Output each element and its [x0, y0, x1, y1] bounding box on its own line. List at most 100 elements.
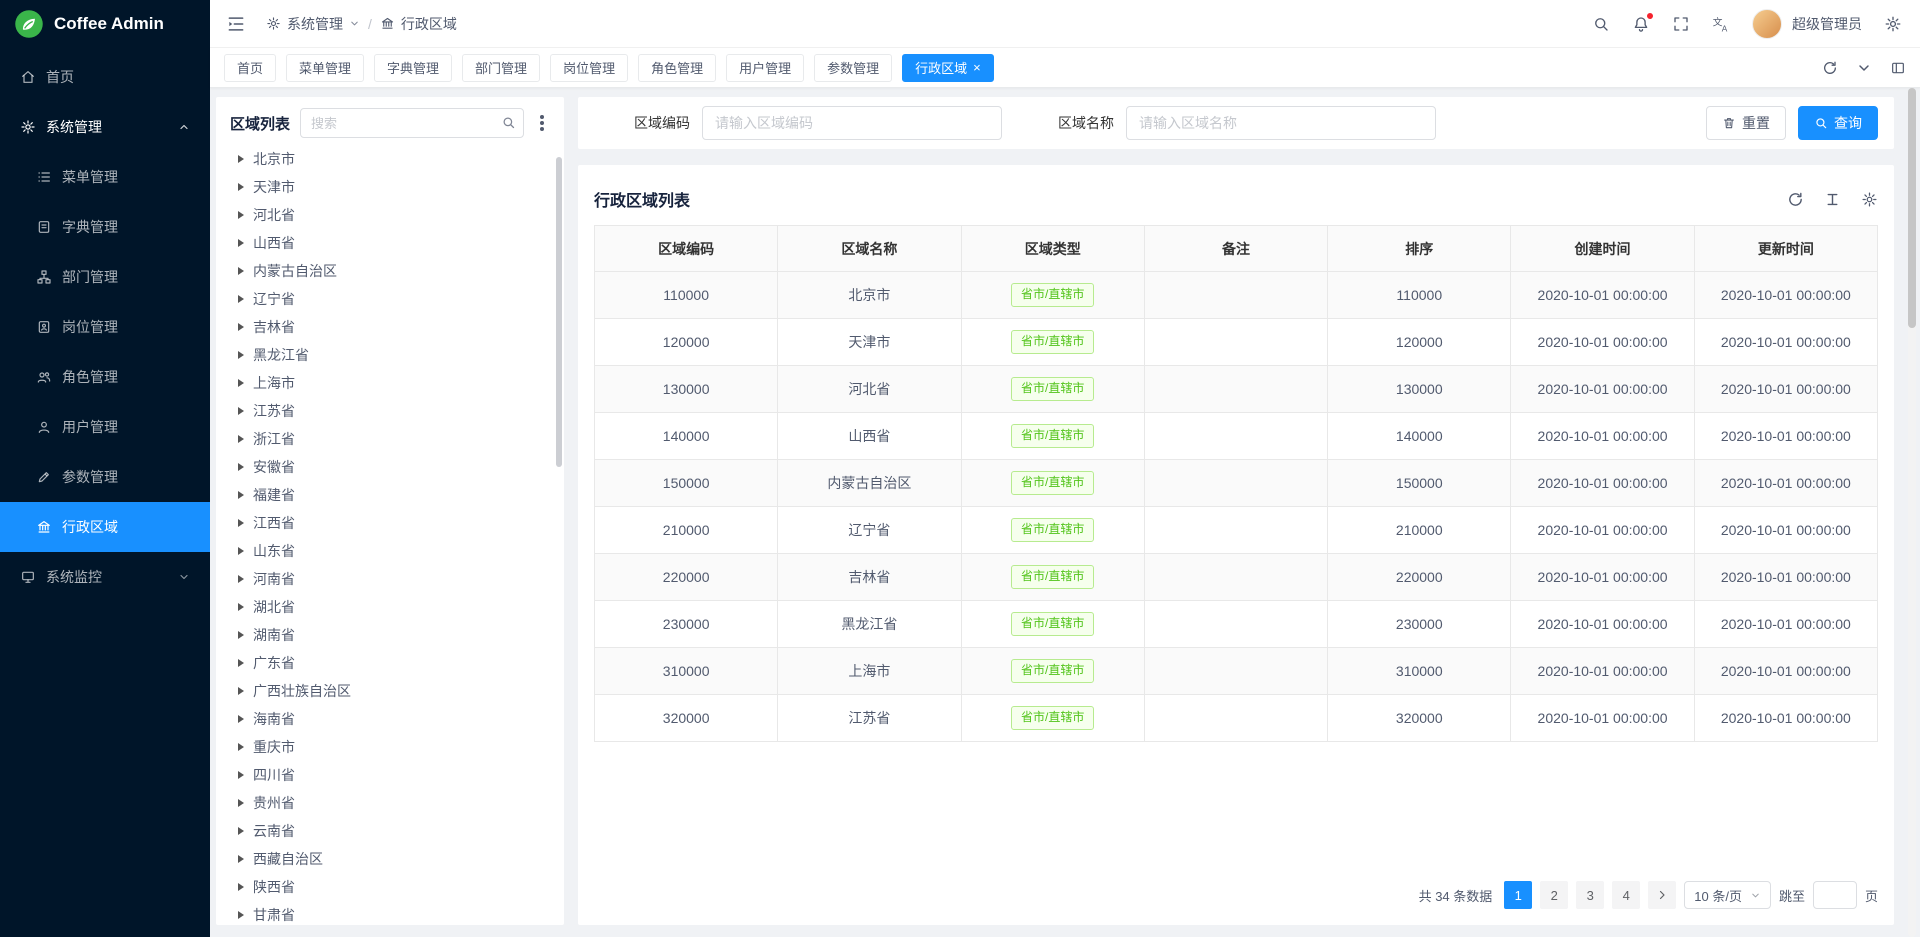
- caret-right-icon[interactable]: [238, 351, 244, 359]
- tree-item[interactable]: 上海市: [216, 369, 564, 397]
- sidebar-item-param-mgmt[interactable]: 参数管理: [0, 452, 210, 502]
- sidebar-item-dict-mgmt[interactable]: 字典管理: [0, 202, 210, 252]
- caret-right-icon[interactable]: [238, 211, 244, 219]
- caret-right-icon[interactable]: [238, 827, 244, 835]
- tree-item[interactable]: 内蒙古自治区: [216, 257, 564, 285]
- page-button[interactable]: 4: [1612, 881, 1640, 909]
- page-button[interactable]: 1: [1504, 881, 1532, 909]
- tree-item[interactable]: 陕西省: [216, 873, 564, 901]
- caret-right-icon[interactable]: [238, 379, 244, 387]
- tree-item[interactable]: 山西省: [216, 229, 564, 257]
- tree-item[interactable]: 浙江省: [216, 425, 564, 453]
- caret-right-icon[interactable]: [238, 491, 244, 499]
- tree-item[interactable]: 北京市: [216, 145, 564, 173]
- tab[interactable]: 角色管理 ×: [638, 54, 716, 82]
- tree-item[interactable]: 黑龙江省: [216, 341, 564, 369]
- tree-item[interactable]: 河北省: [216, 201, 564, 229]
- bell-icon[interactable]: [1632, 15, 1650, 33]
- search-icon[interactable]: [1592, 15, 1610, 33]
- avatar[interactable]: [1752, 9, 1782, 39]
- reset-button[interactable]: 重置: [1706, 106, 1786, 140]
- page-button[interactable]: 2: [1540, 881, 1568, 909]
- table-row[interactable]: 310000 上海市 省市/直辖市 310000 2020-10-01 00:0…: [595, 648, 1878, 695]
- tree-item[interactable]: 广西壮族自治区: [216, 677, 564, 705]
- table-row[interactable]: 130000 河北省 省市/直辖市 130000 2020-10-01 00:0…: [595, 366, 1878, 413]
- tree-item[interactable]: 湖北省: [216, 593, 564, 621]
- sidebar-item-home[interactable]: 首页: [0, 52, 210, 102]
- caret-right-icon[interactable]: [238, 267, 244, 275]
- table-row[interactable]: 150000 内蒙古自治区 省市/直辖市 150000 2020-10-01 0…: [595, 460, 1878, 507]
- page-button[interactable]: 3: [1576, 881, 1604, 909]
- tree-item[interactable]: 甘肃省: [216, 901, 564, 925]
- tab[interactable]: 参数管理 ×: [814, 54, 892, 82]
- chevron-down-icon[interactable]: [1856, 60, 1872, 76]
- tree-item[interactable]: 福建省: [216, 481, 564, 509]
- tab[interactable]: 首页 ×: [224, 54, 276, 82]
- collapse-menu-icon[interactable]: [226, 14, 246, 34]
- search-icon[interactable]: [501, 115, 516, 130]
- caret-right-icon[interactable]: [238, 743, 244, 751]
- tree-item[interactable]: 江西省: [216, 509, 564, 537]
- next-page-button[interactable]: [1648, 881, 1676, 909]
- translate-icon[interactable]: 文A: [1712, 15, 1730, 33]
- caret-right-icon[interactable]: [238, 183, 244, 191]
- fullscreen-icon[interactable]: [1672, 15, 1690, 33]
- caret-right-icon[interactable]: [238, 239, 244, 247]
- caret-right-icon[interactable]: [238, 771, 244, 779]
- sidebar-item-monitor[interactable]: 系统监控: [0, 552, 210, 602]
- tree-item[interactable]: 湖南省: [216, 621, 564, 649]
- tree-item[interactable]: 云南省: [216, 817, 564, 845]
- tree-scrollbar[interactable]: [556, 157, 562, 467]
- tree-item[interactable]: 海南省: [216, 705, 564, 733]
- caret-right-icon[interactable]: [238, 911, 244, 919]
- region-name-input[interactable]: [1126, 106, 1436, 140]
- caret-right-icon[interactable]: [238, 799, 244, 807]
- tree-item[interactable]: 广东省: [216, 649, 564, 677]
- caret-right-icon[interactable]: [238, 155, 244, 163]
- current-user[interactable]: 超级管理员: [1792, 14, 1862, 34]
- refresh-icon[interactable]: [1822, 60, 1838, 76]
- sidebar-item-role-mgmt[interactable]: 角色管理: [0, 352, 210, 402]
- table-row[interactable]: 210000 辽宁省 省市/直辖市 210000 2020-10-01 00:0…: [595, 507, 1878, 554]
- tree-item[interactable]: 江苏省: [216, 397, 564, 425]
- tree-item[interactable]: 辽宁省: [216, 285, 564, 313]
- table-row[interactable]: 120000 天津市 省市/直辖市 120000 2020-10-01 00:0…: [595, 319, 1878, 366]
- tab[interactable]: 部门管理 ×: [462, 54, 540, 82]
- tree-item[interactable]: 重庆市: [216, 733, 564, 761]
- tree-search-input[interactable]: [300, 108, 524, 138]
- settings-gear-icon[interactable]: [1884, 15, 1902, 33]
- sidebar-item-system[interactable]: 系统管理: [0, 102, 210, 152]
- tree-item[interactable]: 西藏自治区: [216, 845, 564, 873]
- sidebar-item-dept-mgmt[interactable]: 部门管理: [0, 252, 210, 302]
- tree-item[interactable]: 天津市: [216, 173, 564, 201]
- tree-item[interactable]: 吉林省: [216, 313, 564, 341]
- table-row[interactable]: 220000 吉林省 省市/直辖市 220000 2020-10-01 00:0…: [595, 554, 1878, 601]
- caret-right-icon[interactable]: [238, 463, 244, 471]
- caret-right-icon[interactable]: [238, 855, 244, 863]
- tab[interactable]: 用户管理 ×: [726, 54, 804, 82]
- caret-right-icon[interactable]: [238, 407, 244, 415]
- column-settings-gear-icon[interactable]: [1861, 191, 1878, 208]
- sidebar-item-menu-mgmt[interactable]: 菜单管理: [0, 152, 210, 202]
- tree-item[interactable]: 四川省: [216, 761, 564, 789]
- table-row[interactable]: 320000 江苏省 省市/直辖市 320000 2020-10-01 00:0…: [595, 695, 1878, 742]
- table-row[interactable]: 110000 北京市 省市/直辖市 110000 2020-10-01 00:0…: [595, 272, 1878, 319]
- tab[interactable]: 菜单管理 ×: [286, 54, 364, 82]
- caret-right-icon[interactable]: [238, 883, 244, 891]
- caret-right-icon[interactable]: [238, 659, 244, 667]
- caret-right-icon[interactable]: [238, 631, 244, 639]
- sidebar-item-post-mgmt[interactable]: 岗位管理: [0, 302, 210, 352]
- caret-right-icon[interactable]: [238, 687, 244, 695]
- breadcrumb-system[interactable]: 系统管理: [266, 14, 360, 34]
- caret-right-icon[interactable]: [238, 435, 244, 443]
- table-row[interactable]: 140000 山西省 省市/直辖市 140000 2020-10-01 00:0…: [595, 413, 1878, 460]
- caret-right-icon[interactable]: [238, 519, 244, 527]
- tab[interactable]: 行政区域 ×: [902, 54, 994, 82]
- page-scrollbar[interactable]: [1908, 88, 1916, 937]
- caret-right-icon[interactable]: [238, 547, 244, 555]
- caret-right-icon[interactable]: [238, 575, 244, 583]
- region-code-input[interactable]: [702, 106, 1002, 140]
- tab[interactable]: 岗位管理 ×: [550, 54, 628, 82]
- tree-item[interactable]: 河南省: [216, 565, 564, 593]
- caret-right-icon[interactable]: [238, 323, 244, 331]
